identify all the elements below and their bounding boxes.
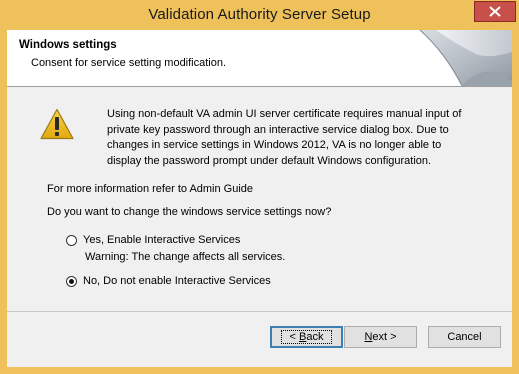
next-button[interactable]: Next > bbox=[344, 326, 417, 348]
setup-window: Validation Authority Server Setup Window… bbox=[0, 0, 519, 374]
radio-label-no: No, Do not enable Interactive Services bbox=[83, 275, 271, 287]
footer-divider bbox=[7, 311, 512, 312]
window-title: Validation Authority Server Setup bbox=[148, 6, 371, 23]
cancel-button[interactable]: Cancel bbox=[428, 326, 501, 348]
option-warning-note: Warning: The change affects all services… bbox=[85, 251, 286, 263]
wizard-header: Windows settings Consent for service set… bbox=[7, 30, 512, 87]
cancel-button-label: Cancel bbox=[447, 331, 482, 343]
page-title: Windows settings bbox=[19, 39, 117, 51]
radio-disable-interactive[interactable]: No, Do not enable Interactive Services bbox=[66, 275, 271, 287]
title-bar[interactable]: Validation Authority Server Setup bbox=[0, 0, 519, 30]
warning-icon bbox=[40, 108, 74, 140]
info-text: For more information refer to Admin Guid… bbox=[47, 183, 254, 195]
back-arrow-text: < bbox=[289, 331, 299, 343]
next-rest-text: ext > bbox=[372, 331, 397, 343]
dialog-client-area: Windows settings Consent for service set… bbox=[7, 30, 512, 367]
next-button-label: Next > bbox=[364, 331, 396, 343]
warning-message: Using non-default VA admin UI server cer… bbox=[107, 108, 462, 167]
question-text: Do you want to change the windows servic… bbox=[47, 206, 332, 218]
back-button[interactable]: < Back bbox=[270, 326, 343, 348]
page-curl-art bbox=[419, 30, 512, 86]
page-subtitle: Consent for service setting modification… bbox=[31, 57, 227, 69]
radio-button-yes[interactable] bbox=[66, 234, 77, 246]
back-rest-text: ack bbox=[306, 331, 324, 343]
close-button[interactable] bbox=[474, 1, 516, 22]
back-button-label: < Back bbox=[280, 330, 333, 344]
radio-button-no[interactable] bbox=[66, 275, 77, 287]
radio-label-yes: Yes, Enable Interactive Services bbox=[83, 234, 241, 246]
radio-enable-interactive[interactable]: Yes, Enable Interactive Services bbox=[66, 234, 240, 246]
close-icon bbox=[489, 6, 501, 17]
